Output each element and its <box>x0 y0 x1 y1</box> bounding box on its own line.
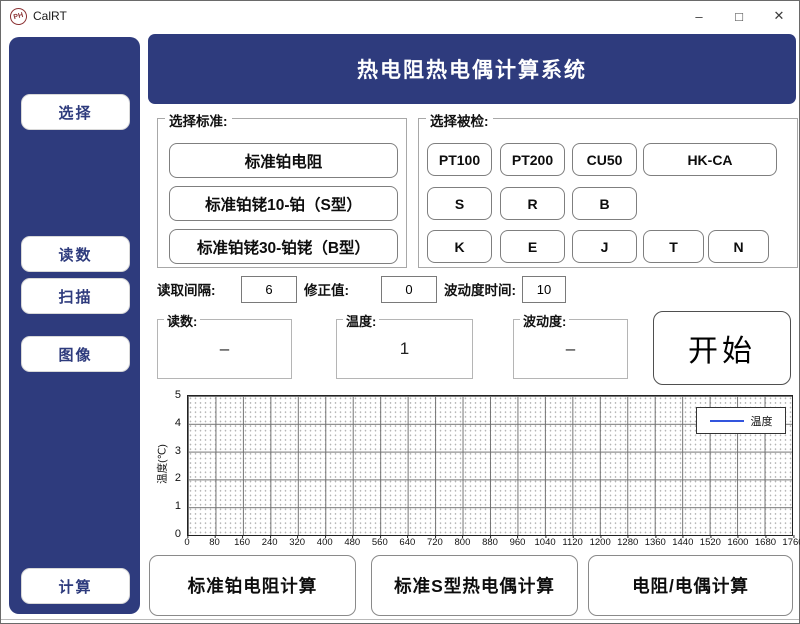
y-tick-label: 1 <box>175 500 181 512</box>
fluctuation-box: 波动度: – <box>513 319 628 379</box>
x-tick-label: 640 <box>399 537 415 548</box>
page-title-banner: 热电阻热电偶计算系统 <box>148 34 796 104</box>
dut-t-button[interactable]: T <box>643 230 704 263</box>
standard-s-thermocouple-calc-button[interactable]: 标准S型热电偶计算 <box>371 555 578 616</box>
standard-groupbox: 选择标准: 标准铂电阻 标准铂铑10-铂（S型） 标准铂铑30-铂铑（B型） <box>157 118 407 268</box>
x-tick-label: 1760 <box>782 537 800 548</box>
x-tick-label: 1040 <box>535 537 556 548</box>
standard-pt-resistance-calc-button[interactable]: 标准铂电阻计算 <box>149 555 356 616</box>
fluctuation-value: – <box>514 320 627 378</box>
x-tick-label: 240 <box>262 537 278 548</box>
chart-legend: 温度 <box>696 407 786 434</box>
read-interval-input[interactable] <box>241 276 297 303</box>
x-tick-label: 80 <box>209 537 220 548</box>
y-tick-label: 0 <box>175 528 181 540</box>
dut-s-button[interactable]: S <box>427 187 492 220</box>
titlebar: PH CalRT – □ ✕ <box>1 1 799 31</box>
sidebar-item-reading[interactable]: 读数 <box>21 236 130 272</box>
x-tick-label: 160 <box>234 537 250 548</box>
app-icon: PH <box>8 6 29 27</box>
dut-pt200-button[interactable]: PT200 <box>500 143 565 176</box>
x-tick-label: 1440 <box>672 537 693 548</box>
x-tick-label: 0 <box>184 537 189 548</box>
x-tick-label: 1600 <box>727 537 748 548</box>
bottom-divider <box>1 619 799 620</box>
x-tick-label: 400 <box>317 537 333 548</box>
legend-label: 温度 <box>751 413 773 429</box>
page-title: 热电阻热电偶计算系统 <box>357 54 587 84</box>
x-tick-label: 1200 <box>590 537 611 548</box>
reading-box: 读数: – <box>157 319 292 379</box>
x-axis-ticks: 0 80 160 240 320 400 480 560 640 720 800 880 960 1040… <box>187 535 793 549</box>
x-tick-label: 480 <box>344 537 360 548</box>
dut-groupbox: 选择被检: PT100 PT200 CU50 HK-CA S R B K E J… <box>418 118 798 268</box>
read-interval-label: 读取间隔: <box>157 277 216 304</box>
x-tick-label: 720 <box>427 537 443 548</box>
sidebar-item-calculate[interactable]: 计算 <box>21 568 130 604</box>
reading-value: – <box>158 320 291 378</box>
y-axis-label: 温度(℃) <box>155 444 170 484</box>
dut-n-button[interactable]: N <box>708 230 769 263</box>
close-button[interactable]: ✕ <box>759 1 799 31</box>
dut-e-button[interactable]: E <box>500 230 565 263</box>
temperature-box: 温度: 1 <box>336 319 473 379</box>
dut-b-button[interactable]: B <box>572 187 637 220</box>
minimize-button[interactable]: – <box>679 1 719 31</box>
y-tick-label: 2 <box>175 472 181 484</box>
dut-k-button[interactable]: K <box>427 230 492 263</box>
x-tick-label: 960 <box>510 537 526 548</box>
correction-label: 修正值: <box>304 277 349 304</box>
x-tick-label: 1680 <box>755 537 776 548</box>
y-tick-label: 4 <box>175 417 181 429</box>
fluctuation-time-input[interactable] <box>522 276 566 303</box>
dut-hk-ca-button[interactable]: HK-CA <box>643 143 777 176</box>
y-tick-label: 3 <box>175 445 181 457</box>
standard-b-type-button[interactable]: 标准铂铑30-铂铑（B型） <box>169 229 398 264</box>
sidebar-item-scan[interactable]: 扫描 <box>21 278 130 314</box>
x-tick-label: 320 <box>289 537 305 548</box>
dut-group-label: 选择被检: <box>426 110 493 130</box>
sidebar: 选择 读数 扫描 图像 计算 <box>9 37 140 614</box>
standard-s-type-button[interactable]: 标准铂铑10-铂（S型） <box>169 186 398 221</box>
window-title: CalRT <box>33 9 67 23</box>
standard-group-label: 选择标准: <box>165 110 232 130</box>
x-tick-label: 880 <box>482 537 498 548</box>
dut-pt100-button[interactable]: PT100 <box>427 143 492 176</box>
x-tick-label: 1120 <box>562 537 582 548</box>
dut-cu50-button[interactable]: CU50 <box>572 143 637 176</box>
temperature-value: 1 <box>337 320 472 378</box>
x-tick-label: 560 <box>372 537 388 548</box>
correction-input[interactable] <box>381 276 437 303</box>
dut-r-button[interactable]: R <box>500 187 565 220</box>
x-tick-label: 1280 <box>617 537 638 548</box>
resistance-thermocouple-calc-button[interactable]: 电阻/电偶计算 <box>588 555 793 616</box>
y-tick-label: 5 <box>175 389 181 401</box>
fluctuation-time-label: 波动度时间: <box>444 277 516 304</box>
dut-j-button[interactable]: J <box>572 230 637 263</box>
x-tick-label: 1520 <box>700 537 721 548</box>
maximize-button[interactable]: □ <box>719 1 759 31</box>
sidebar-item-image[interactable]: 图像 <box>21 336 130 372</box>
sidebar-item-select[interactable]: 选择 <box>21 94 130 130</box>
x-tick-label: 1360 <box>645 537 666 548</box>
standard-pt-resistance-button[interactable]: 标准铂电阻 <box>169 143 398 178</box>
start-button[interactable]: 开始 <box>653 311 791 385</box>
legend-line-swatch <box>710 420 744 422</box>
x-tick-label: 800 <box>455 537 471 548</box>
app-window: { "window": { "title": "CalRT", "icon": … <box>0 0 800 624</box>
